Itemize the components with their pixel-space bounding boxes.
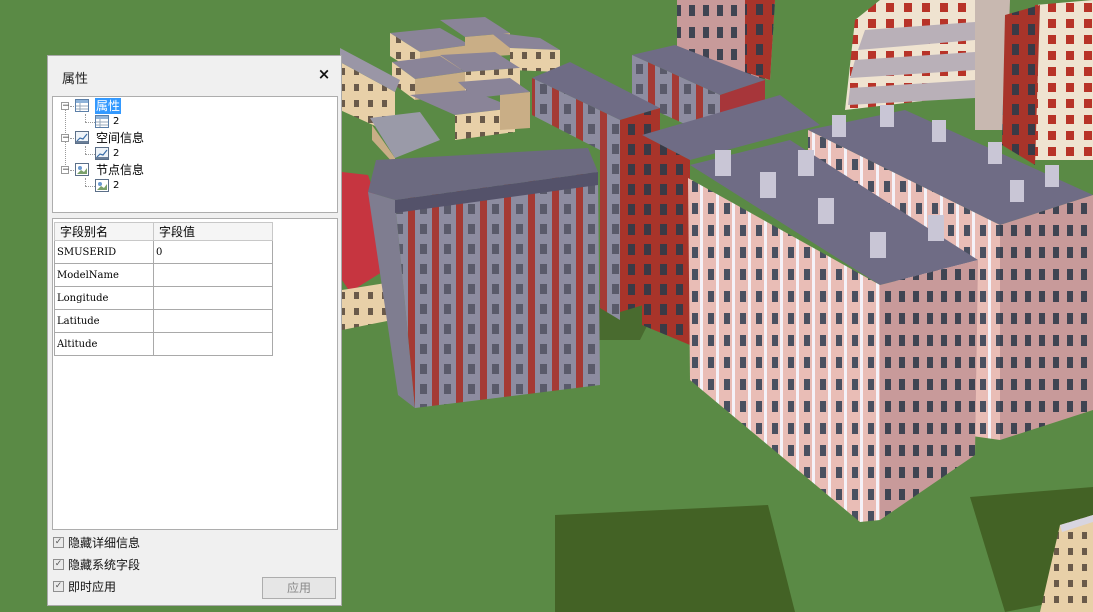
panel-title-bar[interactable]: 属性 ×	[48, 56, 341, 94]
tree-leaf[interactable]: 2	[53, 114, 253, 130]
node-image-icon	[75, 163, 89, 176]
checkbox-checked-icon[interactable]: ✓	[53, 581, 64, 592]
checkbox-label: 隐藏系统字段	[68, 558, 141, 572]
table-row[interactable]: Altitude	[54, 332, 273, 356]
apply-button[interactable]: 应用	[262, 577, 336, 599]
field-name-cell: Longitude	[54, 286, 154, 310]
tree-node-node-info[interactable]: − 节点信息	[53, 162, 253, 178]
properties-panel: 属性 × − 属性 2 − 空间信息 2 − 节点信息 2 字段别名 字段值 S…	[47, 55, 342, 606]
tree-node-attributes[interactable]: − 属性	[53, 98, 253, 114]
field-name-cell: SMUSERID	[54, 240, 154, 264]
field-name-cell: Latitude	[54, 309, 154, 333]
field-name-cell: Altitude	[54, 332, 154, 356]
collapse-toggle-icon[interactable]: −	[61, 102, 70, 111]
panel-title: 属性	[62, 72, 89, 87]
checkbox-label: 即时应用	[68, 580, 117, 594]
node-image-icon	[95, 179, 109, 192]
field-value-cell[interactable]	[153, 286, 273, 310]
checkbox-checked-icon[interactable]: ✓	[53, 559, 64, 570]
field-value-cell[interactable]	[153, 309, 273, 333]
tree-node-spatial-info[interactable]: − 空间信息	[53, 130, 253, 146]
tree-leaf-label: 2	[113, 148, 120, 159]
spatial-chart-icon	[95, 147, 109, 160]
table-row[interactable]: Latitude	[54, 309, 273, 333]
tree-node-label: 空间信息	[96, 131, 145, 145]
table-icon	[95, 115, 109, 128]
table-row[interactable]: SMUSERID 0	[54, 240, 273, 264]
close-button[interactable]: ×	[315, 65, 333, 83]
column-header-field-value[interactable]: 字段值	[153, 222, 273, 241]
tree-node-label: 属性	[95, 98, 122, 114]
checkbox-label: 隐藏详细信息	[68, 536, 141, 550]
table-row[interactable]: ModelName	[54, 263, 273, 287]
tree-leaf[interactable]: 2	[53, 178, 253, 194]
property-grid: 字段别名 字段值 SMUSERID 0 ModelName Longitude …	[52, 218, 338, 530]
tree-leaf-label: 2	[113, 116, 120, 127]
field-name-cell: ModelName	[54, 263, 154, 287]
spatial-chart-icon	[75, 131, 89, 144]
table-row[interactable]: Longitude	[54, 286, 273, 310]
field-value-cell[interactable]: 0	[153, 240, 273, 264]
tree-node-label: 节点信息	[96, 163, 145, 177]
table-header-row: 字段别名 字段值	[54, 222, 273, 241]
field-value-cell[interactable]	[153, 263, 273, 287]
attribute-tree: − 属性 2 − 空间信息 2 − 节点信息 2	[52, 96, 338, 213]
tree-leaf-label: 2	[113, 180, 120, 191]
collapse-toggle-icon[interactable]: −	[61, 134, 70, 143]
collapse-toggle-icon[interactable]: −	[61, 166, 70, 175]
tree-leaf[interactable]: 2	[53, 146, 253, 162]
checkbox-checked-icon[interactable]: ✓	[53, 537, 64, 548]
field-table: 字段别名 字段值 SMUSERID 0 ModelName Longitude …	[54, 222, 273, 356]
field-value-cell[interactable]	[153, 332, 273, 356]
column-header-field-alias[interactable]: 字段别名	[54, 222, 154, 241]
table-icon	[75, 99, 89, 112]
